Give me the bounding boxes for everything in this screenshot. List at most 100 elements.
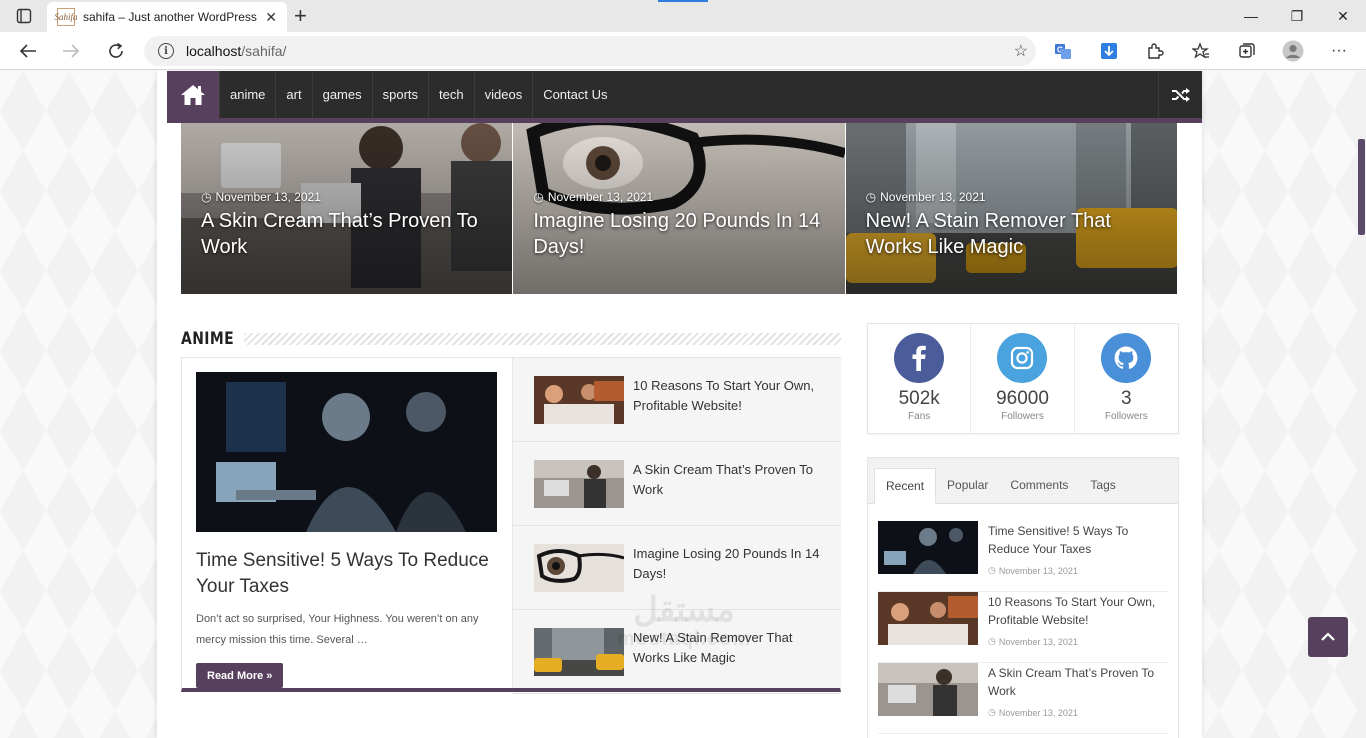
recent-post[interactable]: Time Sensitive! 5 Ways To Reduce Your Ta… [878,521,1168,592]
post-list: 10 Reasons To Start Your Own, Profitable… [513,358,841,694]
slide-title[interactable]: A Skin Cream That’s Proven To Work [201,208,501,260]
block-title[interactable]: ANIME [181,329,244,349]
github-icon[interactable] [1101,333,1152,383]
slide-title[interactable]: Imagine Losing 20 Pounds In 14 Days! [533,208,833,260]
clock-icon: ◷ [988,565,996,575]
social-github[interactable]: 3 Followers [1075,324,1178,433]
tab-actions-icon[interactable] [8,5,40,27]
recent-post[interactable]: 10 Reasons To Start Your Own, Profitable… [878,592,1168,663]
instagram-icon[interactable] [997,333,1048,383]
recent-thumbnail[interactable] [878,663,978,716]
add-favorite-icon[interactable]: ☆ [1014,41,1028,61]
nav-item-anime[interactable]: anime [219,71,275,118]
heading-stripes [243,333,841,345]
tab-comments[interactable]: Comments [999,467,1079,503]
tab-recent[interactable]: Recent [874,468,937,504]
collections-icon[interactable] [1224,38,1270,64]
social-facebook[interactable]: 502k Fans [868,324,972,433]
list-thumbnail[interactable] [534,628,624,676]
recent-title[interactable]: Time Sensitive! 5 Ways To Reduce Your Ta… [988,522,1170,558]
site-info-icon[interactable]: i [158,43,174,59]
list-title[interactable]: Imagine Losing 20 Pounds In 14 Days! [633,544,828,584]
list-thumbnail[interactable] [534,460,624,508]
recent-date: ◷ November 13, 2021 [988,707,1078,718]
nav-item-contact-us[interactable]: Contact Us [532,71,617,118]
list-title[interactable]: A Skin Cream That’s Proven To Work [633,460,828,500]
read-more-button[interactable]: Read More » [196,663,284,688]
slide-title[interactable]: New! A Stain Remover That Works Like Mag… [866,208,1166,260]
random-article-icon[interactable] [1158,71,1202,118]
recent-date: ◷ November 13, 2021 [988,636,1078,647]
facebook-icon[interactable] [894,333,945,383]
tab-popular[interactable]: Popular [936,467,999,503]
feature-post: Time Sensitive! 5 Ways To Reduce Your Ta… [182,358,513,688]
scrollbar-thumb[interactable] [1358,139,1365,235]
slide-date: ◷ November 13, 2021 [533,190,654,204]
more-menu-icon[interactable]: ··· [1316,38,1362,64]
list-title[interactable]: New! A Stain Remover That Works Like Mag… [633,628,828,668]
social-instagram[interactable]: 96000 Followers [971,324,1075,433]
translate-icon[interactable]: G [1040,38,1086,64]
nav-item-art[interactable]: art [275,71,311,118]
url-host: localhost [186,43,242,59]
refresh-button[interactable] [103,39,129,63]
nav-item-sports[interactable]: sports [371,71,428,118]
feature-excerpt: Don’t act so surprised, Your Highness. Y… [196,613,479,646]
browser-tab[interactable]: Sahifa sahifa – Just another WordPress s… [47,2,287,32]
slider-item[interactable]: ◷ November 13, 2021 Imagine Losing 20 Pou… [513,123,845,294]
close-tab-icon[interactable]: ✕ [265,9,277,26]
tab-tags[interactable]: Tags [1079,467,1126,503]
feature-thumbnail[interactable] [196,372,497,532]
main-menu: anime art games sports tech videos Contact Us [219,71,618,118]
anime-block-heading: ANIME [181,329,841,349]
social-count: 3 [1121,388,1132,409]
page-scrollbar[interactable] [1357,71,1366,738]
clock-icon: ◷ [988,636,996,646]
forward-button[interactable] [58,39,84,63]
back-button[interactable] [15,39,41,63]
nav-item-tech[interactable]: tech [428,71,474,118]
slider-item[interactable]: ◷ November 13, 2021 A Skin Cream That’s P… [181,123,513,294]
nav-item-games[interactable]: games [311,71,372,118]
restore-button[interactable]: ❐ [1274,0,1320,32]
new-tab-button[interactable]: + [294,5,307,27]
url-path: /sahifa/ [241,43,287,59]
favorites-icon[interactable] [1178,38,1224,64]
home-icon[interactable] [167,71,219,118]
social-label: Followers [1104,411,1148,422]
list-item[interactable]: New! A Stain Remover That Works Like Mag… [513,610,841,694]
chevron-up-icon [1321,632,1335,641]
list-thumbnail[interactable] [534,376,624,424]
download-icon[interactable] [1086,38,1132,64]
slider-item[interactable]: ◷ November 13, 2021 New! A Stain Remover … [845,123,1177,294]
back-to-top-button[interactable] [1308,617,1348,657]
social-label: Followers [1001,411,1044,422]
clock-icon: ◷ [201,190,212,204]
recent-thumbnail[interactable] [878,592,978,645]
recent-post[interactable]: A Skin Cream That’s Proven To Work ◷ Nove… [878,663,1168,734]
featured-slider: ◷ November 13, 2021 A Skin Cream That’s P… [181,123,1177,294]
feature-title[interactable]: Time Sensitive! 5 Ways To Reduce Your Ta… [196,548,501,600]
list-item[interactable]: A Skin Cream That’s Proven To Work [513,442,841,526]
list-title[interactable]: 10 Reasons To Start Your Own, Profitable… [633,376,828,416]
slide-date: ◷ November 13, 2021 [201,190,321,204]
slide-date: ◷ November 13, 2021 [865,190,986,204]
url-input[interactable]: i localhost/sahifa/ ☆ [144,36,1036,66]
recent-date: ◷ November 13, 2021 [988,565,1078,576]
page-viewport: anime art games sports tech videos Contact Us [0,71,1357,738]
social-counter-widget: 502k Fans 96000 Followers 3 Followers [867,323,1179,434]
close-window-button[interactable]: ✕ [1320,0,1366,32]
recent-title[interactable]: A Skin Cream That’s Proven To Work [988,664,1170,700]
profile-avatar[interactable] [1270,38,1316,64]
extensions-icon[interactable] [1132,38,1178,64]
list-item[interactable]: Imagine Losing 20 Pounds In 14 Days! [513,526,841,610]
nav-item-videos[interactable]: videos [473,71,533,118]
minimize-button[interactable]: — [1228,0,1274,32]
recent-title[interactable]: 10 Reasons To Start Your Own, Profitable… [988,593,1170,629]
clock-icon: ◷ [988,707,996,717]
list-thumbnail[interactable] [534,544,624,592]
clock-icon: ◷ [865,190,877,204]
main-navigation: anime art games sports tech videos Contact Us [167,71,1202,123]
list-item[interactable]: 10 Reasons To Start Your Own, Profitable… [513,358,841,442]
recent-thumbnail[interactable] [878,521,978,574]
